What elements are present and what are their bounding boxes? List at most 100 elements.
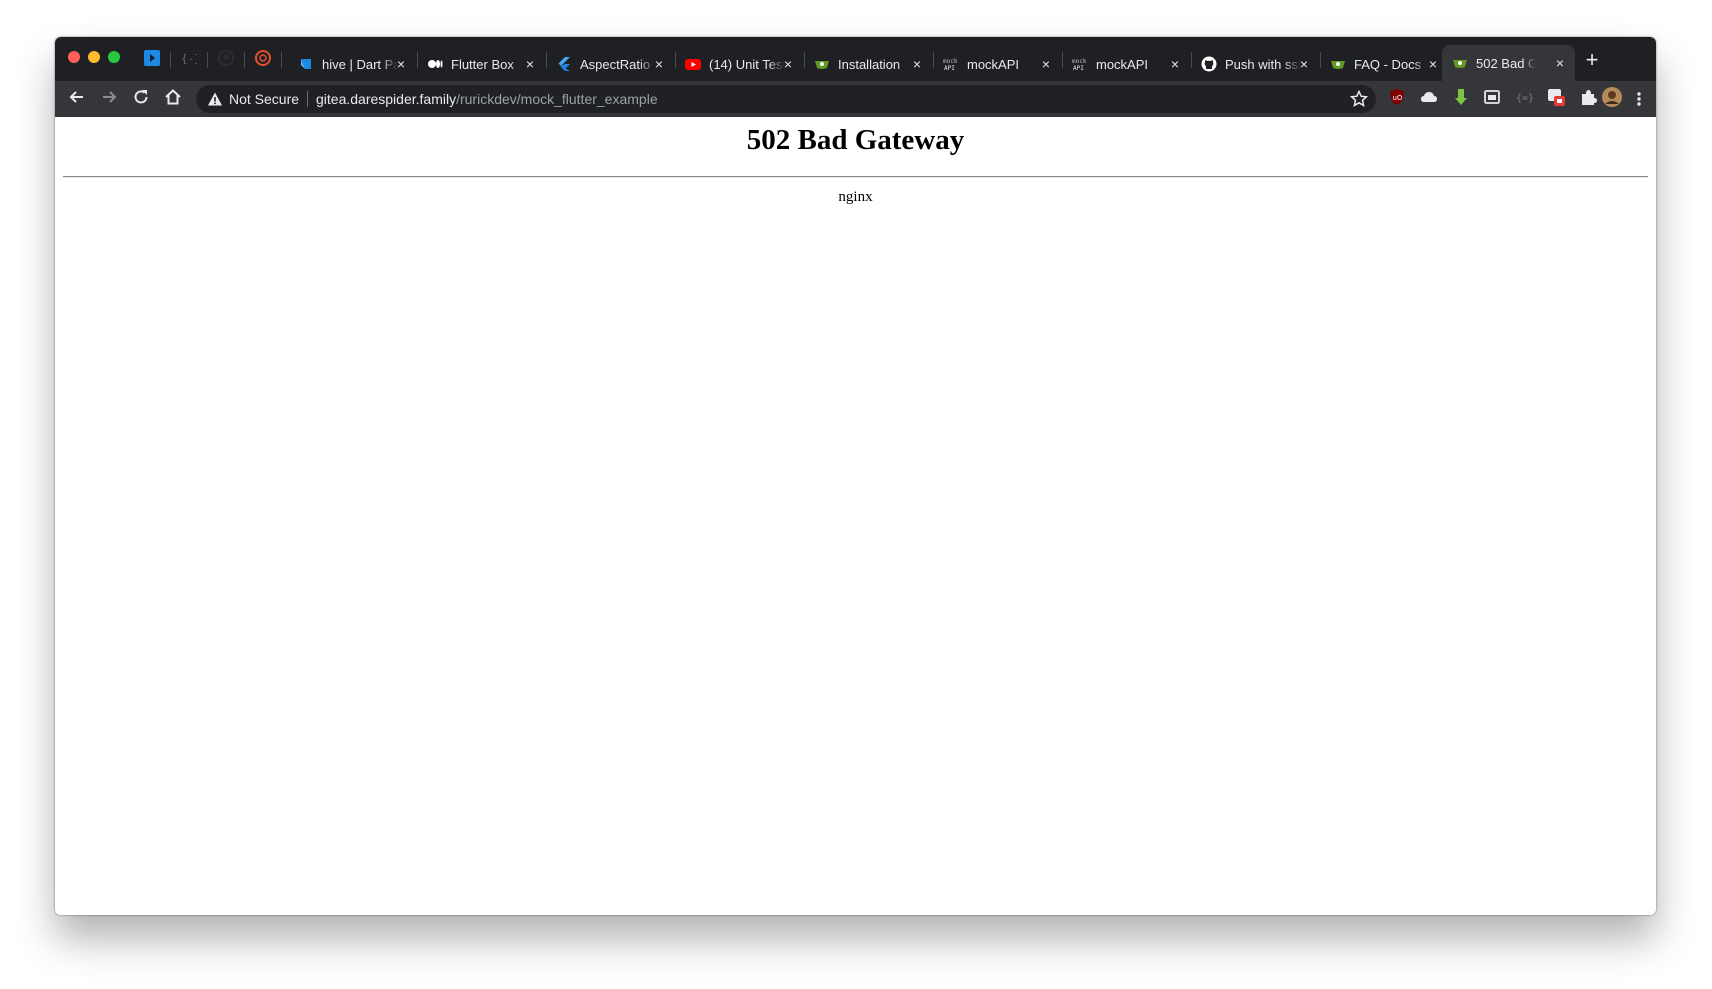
pinned-tab-intellij[interactable] <box>142 49 162 71</box>
download-extension[interactable] <box>1451 88 1471 111</box>
mockapi-icon: mock API <box>1072 56 1088 72</box>
circle-app-icon <box>255 49 271 71</box>
browser-window: {-} hive | Dart Packages × Flutter Box × <box>55 37 1656 915</box>
tab-separator <box>170 52 171 68</box>
home-button[interactable] <box>161 87 185 111</box>
toolbar: Not Secure gitea.darespider.family/ruric… <box>55 81 1656 117</box>
github-icon <box>1201 56 1217 72</box>
gitea-icon <box>814 56 830 72</box>
tab-title: Push with ssh <box>1225 56 1301 72</box>
window-extension[interactable] <box>1482 89 1502 109</box>
svg-text:mock: mock <box>943 58 958 65</box>
forward-button[interactable] <box>97 87 121 111</box>
extensions-button[interactable] <box>1578 89 1598 109</box>
home-icon <box>164 88 182 111</box>
tab-faq-docs[interactable]: FAQ - Docs × <box>1320 47 1448 81</box>
tab-close-button[interactable]: × <box>1039 57 1053 71</box>
code-extension[interactable]: {=} <box>1514 89 1534 109</box>
close-window-button[interactable] <box>68 51 80 63</box>
tab-unit-testing[interactable]: (14) Unit Testing × <box>675 47 803 81</box>
window-icon <box>1483 88 1501 111</box>
gitea-icon <box>1330 56 1346 72</box>
download-icon <box>1452 88 1470 111</box>
github-icon <box>218 49 234 71</box>
zoom-window-button[interactable] <box>108 51 120 63</box>
tab-separator <box>207 52 208 68</box>
warning-icon <box>207 91 223 107</box>
tab-strip: {-} hive | Dart Packages × Flutter Box × <box>55 37 1656 81</box>
media-icon <box>1546 87 1566 112</box>
address-bar[interactable]: Not Secure gitea.darespider.family/ruric… <box>196 85 1376 113</box>
url-host: gitea.darespider.family <box>316 91 457 107</box>
tab-close-button[interactable]: × <box>1426 57 1440 71</box>
back-arrow-icon <box>68 88 86 111</box>
svg-text:mock: mock <box>1072 58 1087 65</box>
page-heading: 502 Bad Gateway <box>746 124 965 156</box>
tab-title: Flutter Box <box>451 56 514 72</box>
intellij-icon <box>144 49 160 71</box>
reload-icon <box>132 88 150 111</box>
tab-502-bad-gateway[interactable]: 502 Bad Gateway × <box>1442 45 1575 81</box>
avatar <box>1601 86 1623 113</box>
url-text[interactable]: gitea.darespider.family/rurickdev/mock_f… <box>316 91 658 107</box>
tab-mockapi-2[interactable]: mock API mockAPI × <box>1062 47 1190 81</box>
tab-title: hive | Dart Packages <box>322 56 398 72</box>
code-brackets-icon: {=} <box>1515 88 1534 111</box>
pinned-tab-bracket[interactable]: {-} <box>179 50 201 71</box>
tab-title: 502 Bad Gateway <box>1476 55 1536 71</box>
youtube-icon <box>685 56 701 72</box>
tab-push-with-ssh[interactable]: Push with ssh × <box>1191 47 1319 81</box>
tab-title: (14) Unit Testing <box>709 56 785 72</box>
page-content: 502 Bad Gateway nginx <box>55 117 1656 915</box>
medium-icon <box>427 56 443 72</box>
tab-title: FAQ - Docs <box>1354 56 1422 72</box>
horizontal-rule <box>63 176 1648 178</box>
bookmark-star-icon[interactable] <box>1349 89 1369 108</box>
tab-close-button[interactable]: × <box>910 57 924 71</box>
tab-flutter-box[interactable]: Flutter Box × <box>417 47 545 81</box>
tab-title: mockAPI <box>1096 56 1149 72</box>
tab-title: Installation <box>838 56 901 72</box>
tab-close-button[interactable]: × <box>1168 57 1182 71</box>
ublock-extension[interactable]: uO <box>1387 88 1407 109</box>
divider <box>307 91 308 107</box>
tab-aspectratio[interactable]: AspectRatio × <box>546 47 674 81</box>
tab-title: AspectRatio <box>580 56 651 72</box>
cloud-icon <box>1420 88 1438 111</box>
svg-text:API: API <box>1073 65 1084 72</box>
tab-close-button[interactable]: × <box>394 57 408 71</box>
svg-text:API: API <box>944 65 955 72</box>
tab-close-button[interactable]: × <box>1297 57 1311 71</box>
window-controls <box>68 51 120 63</box>
forward-arrow-icon <box>100 88 118 111</box>
back-button[interactable] <box>65 87 89 111</box>
dart-icon <box>298 56 314 72</box>
tab-close-button[interactable]: × <box>1553 56 1567 70</box>
bracket-icon: {-} <box>181 50 201 71</box>
profile-avatar[interactable] <box>1600 86 1624 113</box>
tab-hive[interactable]: hive | Dart Packages × <box>288 47 416 81</box>
tab-installation[interactable]: Installation × <box>804 47 932 81</box>
tab-close-button[interactable]: × <box>523 57 537 71</box>
gitea-icon <box>1452 55 1468 71</box>
svg-text:{-}: {-} <box>181 52 197 65</box>
new-tab-button[interactable]: + <box>1581 49 1603 71</box>
tab-close-button[interactable]: × <box>781 57 795 71</box>
media-extension[interactable] <box>1546 87 1566 112</box>
tab-close-button[interactable]: × <box>652 57 666 71</box>
mockapi-icon: mock API <box>943 56 959 72</box>
tab-title: mockAPI <box>967 56 1020 72</box>
minimize-window-button[interactable] <box>88 51 100 63</box>
puzzle-icon <box>1579 88 1597 111</box>
tab-mockapi-1[interactable]: mock API mockAPI × <box>933 47 1061 81</box>
url-path: /rurickdev/mock_flutter_example <box>456 91 658 107</box>
flutter-icon <box>556 56 572 72</box>
security-label[interactable]: Not Secure <box>229 91 299 107</box>
svg-text:{=}: {=} <box>1516 93 1533 104</box>
pinned-tab-circle-app[interactable] <box>253 49 273 71</box>
reload-button[interactable] <box>129 87 153 111</box>
pinned-tab-github[interactable] <box>216 49 236 71</box>
tab-separator <box>281 52 282 68</box>
chrome-menu-button[interactable] <box>1637 89 1641 109</box>
cloud-extension[interactable] <box>1419 89 1439 109</box>
